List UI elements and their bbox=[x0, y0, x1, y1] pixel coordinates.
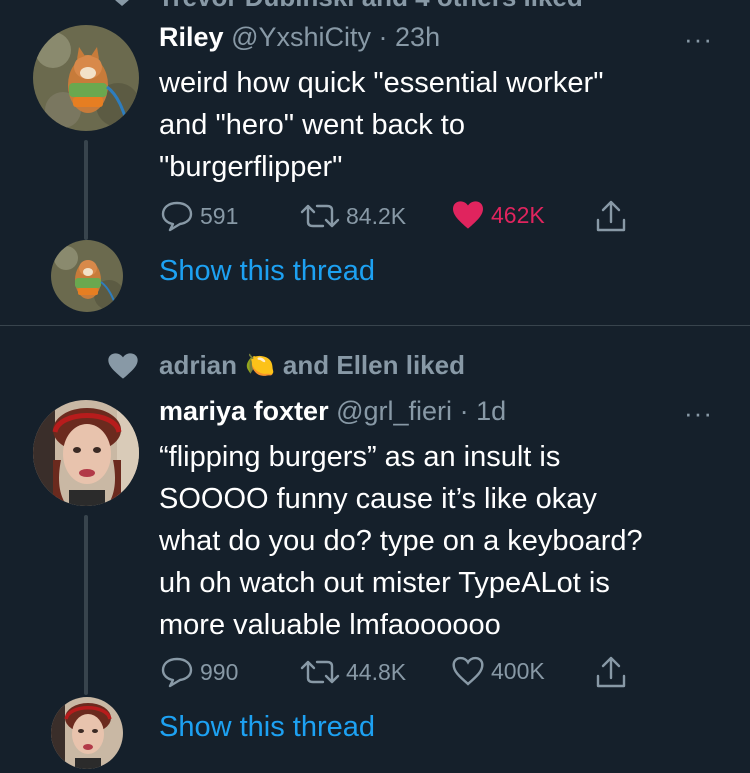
retweet-icon bbox=[300, 204, 340, 228]
reply-count: 990 bbox=[200, 658, 239, 685]
like-count: 400K bbox=[491, 657, 545, 684]
avatar[interactable] bbox=[33, 400, 139, 506]
more-options-icon[interactable]: ··· bbox=[684, 398, 713, 429]
social-context-rest: and Ellen liked bbox=[282, 350, 465, 380]
tweet-header: Riley @YxshiCity · 23h bbox=[159, 22, 440, 53]
like-button[interactable]: 462K bbox=[451, 200, 545, 230]
display-name[interactable]: Riley bbox=[159, 22, 224, 52]
tweet-text-line: and "hero" went back to bbox=[159, 109, 465, 141]
reply-button[interactable]: 990 bbox=[160, 656, 238, 688]
avatar[interactable] bbox=[33, 25, 139, 131]
avatar-small[interactable] bbox=[51, 697, 123, 769]
share-button[interactable] bbox=[594, 654, 628, 690]
more-options-icon[interactable]: ··· bbox=[684, 24, 713, 55]
show-thread-link[interactable]: Show this thread bbox=[159, 711, 375, 744]
tweet-text-line: weird how quick "essential worker" bbox=[159, 67, 604, 99]
retweet-count: 44.8K bbox=[346, 658, 407, 685]
reply-icon bbox=[161, 657, 193, 688]
thread-line bbox=[84, 515, 88, 695]
avatar-shiba-photo bbox=[51, 240, 123, 312]
tweet-text-line: more valuable lmfaoooooo bbox=[159, 609, 501, 641]
separator-dot: · bbox=[459, 396, 469, 426]
tweet-text-line: uh oh watch out mister TypeALot is bbox=[159, 567, 610, 599]
like-count: 462K bbox=[491, 201, 545, 228]
reply-count: 591 bbox=[200, 202, 239, 229]
avatar-shiba-photo bbox=[33, 25, 139, 131]
retweet-button[interactable]: 44.8K bbox=[300, 656, 406, 688]
share-icon bbox=[596, 200, 626, 232]
share-icon bbox=[596, 656, 626, 688]
divider bbox=[0, 325, 750, 326]
timestamp[interactable]: 1d bbox=[476, 396, 506, 426]
tweet-header: mariya foxter @grl_fieri · 1d bbox=[159, 396, 506, 427]
avatar-small[interactable] bbox=[51, 240, 123, 312]
retweet-count: 84.2K bbox=[346, 202, 407, 229]
lemon-emoji: 🍋 bbox=[245, 352, 275, 379]
tweet-text-line: "burgerflipper" bbox=[159, 151, 343, 183]
separator-dot: · bbox=[378, 22, 388, 52]
share-button[interactable] bbox=[594, 198, 628, 234]
heart-icon bbox=[115, 0, 129, 6]
social-context: adrian 🍋 and Ellen liked bbox=[159, 350, 465, 381]
like-button[interactable]: 400K bbox=[451, 656, 545, 686]
show-thread-link[interactable]: Show this thread bbox=[159, 255, 375, 288]
handle[interactable]: @grl_fieri bbox=[336, 396, 452, 426]
avatar-portrait-photo bbox=[33, 400, 139, 506]
avatar-portrait-photo bbox=[51, 697, 123, 769]
handle[interactable]: @YxshiCity bbox=[231, 22, 371, 52]
heart-outline-icon bbox=[452, 656, 484, 686]
heart-icon bbox=[108, 353, 138, 379]
thread-line bbox=[84, 140, 88, 240]
tweet-text-line: what do you do? type on a keyboard? bbox=[159, 525, 643, 557]
tweet-text: weird how quick "essential worker" and "… bbox=[159, 62, 729, 188]
reply-button[interactable]: 591 bbox=[160, 200, 238, 232]
display-name[interactable]: mariya foxter bbox=[159, 396, 329, 426]
tweet-text-line: SOOOO funny cause it’s like okay bbox=[159, 483, 597, 515]
social-context-user[interactable]: adrian bbox=[159, 350, 237, 381]
timestamp[interactable]: 23h bbox=[395, 22, 440, 52]
tweet-text-line: “flipping burgers” as an insult is bbox=[159, 441, 561, 473]
heart-filled-icon bbox=[453, 201, 483, 229]
retweet-button[interactable]: 84.2K bbox=[300, 200, 406, 232]
reply-icon bbox=[161, 201, 193, 232]
retweet-icon bbox=[300, 660, 340, 684]
social-context-top: Trevor Dubinski and 4 others liked bbox=[158, 0, 583, 13]
tweet-text: “flipping burgers” as an insult is SOOOO… bbox=[159, 436, 739, 646]
